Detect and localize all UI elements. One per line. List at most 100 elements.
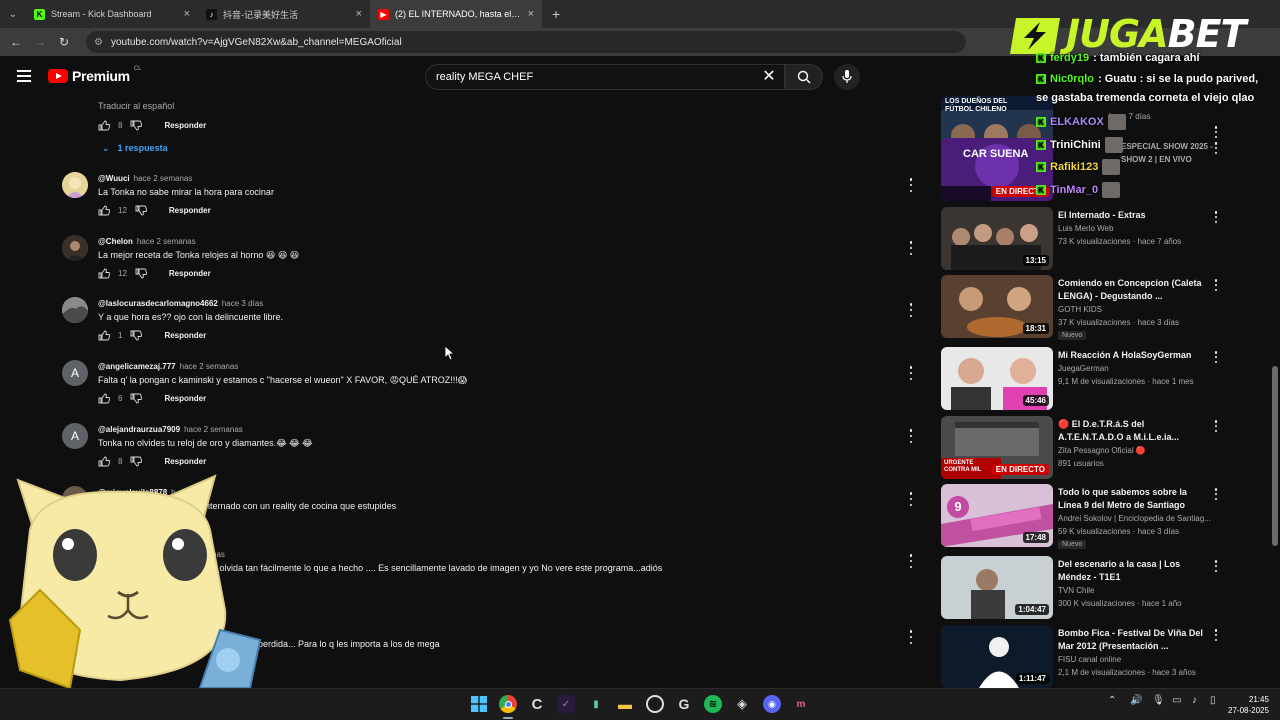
video-thumbnail[interactable]: 13:15 — [941, 207, 1053, 270]
tab-search-icon[interactable]: ⌄ — [0, 0, 26, 28]
obs-icon[interactable] — [646, 695, 664, 713]
dislike-icon[interactable] — [130, 393, 143, 404]
video-thumbnail[interactable]: 18:31 — [941, 275, 1053, 338]
more-options-icon[interactable] — [1213, 420, 1219, 432]
more-options-icon[interactable] — [1213, 279, 1219, 291]
channel-name[interactable]: Andrei Sokolov | Enciclopedia de Santiag… — [1058, 514, 1211, 523]
avatar[interactable]: A — [62, 360, 88, 386]
speaker-icon[interactable]: ♪ — [1192, 695, 1197, 706]
like-icon[interactable] — [98, 205, 110, 216]
tab-douyin[interactable]: ♪ 抖音-记录美好生活 × — [198, 0, 370, 28]
video-title[interactable]: Comiendo en Concepcion (Caleta LENGA) - … — [1058, 277, 1210, 303]
reply-button[interactable]: Responder — [164, 457, 206, 466]
more-options-icon[interactable] — [908, 492, 914, 506]
more-options-icon[interactable] — [1213, 126, 1219, 138]
back-icon[interactable]: ← — [6, 32, 26, 52]
system-clock[interactable]: 21:45 27-08-2025 — [1228, 694, 1269, 716]
site-info-icon[interactable]: ⚙ — [94, 37, 103, 48]
comment-time[interactable]: hace 2 semanas — [184, 425, 243, 434]
recommended-video[interactable]: URGENTE CONTRA MIL EN DIRECTO 🔴 El D.e.T… — [941, 416, 1231, 480]
scrollbar-thumb[interactable] — [1272, 366, 1278, 546]
volume-icon[interactable]: 🔊 — [1130, 695, 1142, 706]
more-options-icon[interactable] — [1213, 560, 1219, 572]
more-options-icon[interactable] — [1213, 142, 1219, 154]
dislike-icon[interactable] — [135, 268, 147, 279]
dislike-icon[interactable] — [130, 330, 143, 341]
more-options-icon[interactable] — [908, 554, 914, 568]
video-title[interactable]: El Internado - Extras — [1058, 209, 1210, 222]
chevron-up-icon[interactable]: ⌃ — [1108, 695, 1116, 706]
youtube-logo[interactable]: Premium CL — [48, 66, 141, 84]
reload-icon[interactable]: ↻ — [54, 32, 74, 52]
url-input[interactable]: ⚙ youtube.com/watch?v=AjgVGeN82Xw&ab_cha… — [86, 31, 966, 53]
channel-name[interactable]: Luis Merlo Web — [1058, 224, 1113, 233]
menu-icon[interactable] — [17, 70, 31, 82]
comment-author[interactable]: @Chelon — [98, 237, 133, 246]
more-options-icon[interactable] — [1213, 211, 1219, 223]
channel-name[interactable]: FISU canal online — [1058, 655, 1121, 664]
close-icon[interactable]: × — [356, 8, 362, 20]
more-options-icon[interactable] — [908, 366, 914, 380]
app-icon[interactable]: m — [792, 695, 810, 713]
dislike-icon[interactable] — [130, 120, 143, 131]
reply-button[interactable]: Responder — [164, 121, 206, 130]
video-title[interactable]: Del escenario a la casa | Los Méndez - T… — [1058, 558, 1210, 584]
avatar[interactable] — [62, 235, 88, 261]
like-icon[interactable] — [98, 456, 110, 467]
recommended-video[interactable]: 1:04:47 Del escenario a la casa | Los Mé… — [941, 556, 1231, 620]
clear-search-icon[interactable]: ✕ — [760, 68, 778, 86]
comment-time[interactable]: hace 3 días — [222, 299, 263, 308]
spotify-icon[interactable]: ≋ — [704, 695, 722, 713]
more-options-icon[interactable] — [908, 241, 914, 255]
more-options-icon[interactable] — [908, 429, 914, 443]
tab-youtube[interactable]: ▶ (2) EL INTERNADO, hasta el mä × — [370, 0, 542, 28]
close-icon[interactable]: × — [528, 8, 534, 20]
video-title[interactable]: Bombo Fica - Festival De Viña Del Mar 20… — [1058, 627, 1210, 653]
comment-author[interactable]: @angelicamezaj.777 — [98, 362, 176, 371]
recommended-video[interactable]: 45:46 Mi Reacción A HolaSoyGerman JuegaG… — [941, 347, 1231, 411]
channel-name[interactable]: Zita Pessagno Oficial 🔴 — [1058, 446, 1146, 455]
translate-link[interactable]: Traducir al español — [98, 101, 174, 111]
recommended-video[interactable]: 13:15 El Internado - Extras Luis Merlo W… — [941, 207, 1231, 271]
page-scrollbar[interactable] — [1270, 98, 1280, 688]
video-thumbnail[interactable]: 1:11:47 — [941, 625, 1053, 688]
video-thumbnail[interactable]: 9 17:48 — [941, 484, 1053, 547]
show-replies-button[interactable]: ⌄ 1 respuesta — [102, 143, 168, 154]
video-thumbnail[interactable]: 45:46 — [941, 347, 1053, 410]
reply-button[interactable]: Responder — [169, 269, 211, 278]
microphone-icon[interactable]: 🎙 — [1152, 695, 1165, 706]
like-icon[interactable] — [98, 393, 110, 404]
new-tab-button[interactable]: + — [542, 6, 570, 22]
video-thumbnail[interactable]: URGENTE CONTRA MIL EN DIRECTO — [941, 416, 1053, 479]
video-title[interactable]: 🔴 El D.e.T.R.á.S del A.T.E.N.T.A.D.O a M… — [1058, 418, 1210, 444]
channel-name[interactable]: TVN Chile — [1058, 586, 1094, 595]
channel-name[interactable]: GOTH KIDS — [1058, 305, 1102, 314]
chrome-icon[interactable] — [499, 695, 517, 713]
comment-author[interactable]: @laslocurasdecarlomagno4662 — [98, 299, 218, 308]
video-title[interactable]: Mi Reacción A HolaSoyGerman — [1058, 349, 1210, 362]
more-options-icon[interactable] — [1213, 488, 1219, 500]
battery-icon[interactable]: ▯ — [1210, 695, 1216, 706]
file-app-icon[interactable]: ▮ — [587, 695, 605, 713]
recommended-video[interactable]: 18:31 Comiendo en Concepcion (Caleta LEN… — [941, 275, 1231, 340]
more-options-icon[interactable] — [1213, 629, 1219, 641]
search-button[interactable] — [785, 64, 823, 90]
video-title[interactable]: Todo lo que sabemos sobre la Línea 9 del… — [1058, 486, 1210, 512]
reply-button[interactable]: Responder — [164, 394, 206, 403]
comment-author[interactable]: @alejandraurzua7909 — [98, 425, 180, 434]
search-input[interactable]: reality MEGA CHEF — [425, 64, 785, 90]
recommended-video[interactable]: 9 17:48 Todo lo que sabemos sobre la Lín… — [941, 484, 1231, 549]
folder-icon[interactable]: ▬ — [616, 695, 634, 713]
dislike-icon[interactable] — [135, 205, 147, 216]
comment-author[interactable]: @Wuuci — [98, 174, 130, 183]
reply-button[interactable]: Responder — [169, 206, 211, 215]
tab-kick-dashboard[interactable]: K Stream - Kick Dashboard × — [26, 0, 198, 28]
cursor-app-icon[interactable]: C — [528, 695, 546, 713]
channel-name[interactable]: JuegaGerman — [1058, 364, 1109, 373]
network-icon[interactable]: ▭ — [1172, 695, 1181, 706]
reply-button[interactable]: Responder — [164, 331, 206, 340]
dislike-icon[interactable] — [130, 456, 143, 467]
more-options-icon[interactable] — [908, 630, 914, 644]
visual-studio-icon[interactable]: ✓ — [557, 695, 575, 713]
like-icon[interactable] — [98, 330, 110, 341]
